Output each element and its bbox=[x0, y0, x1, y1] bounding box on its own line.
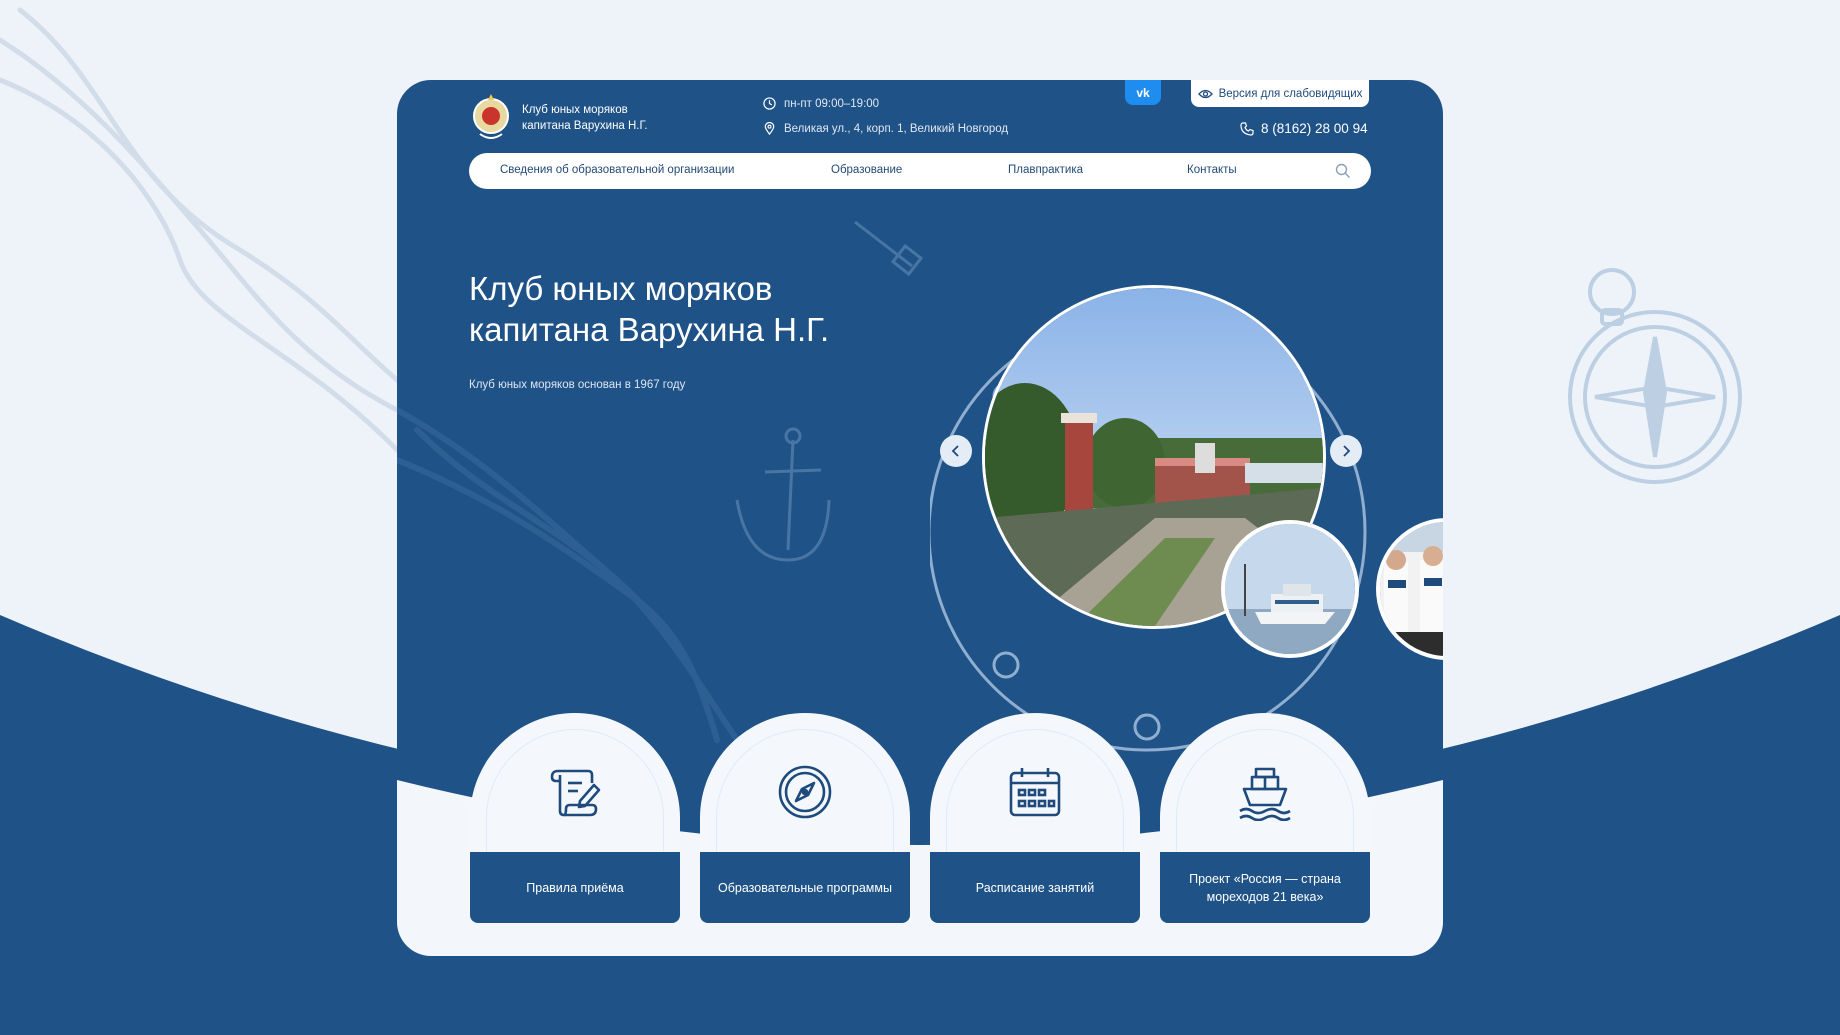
brand-line-1: Клуб юных моряков bbox=[522, 104, 628, 116]
address: Великая ул., 4, корп. 1, Великий Новгоро… bbox=[763, 122, 1008, 135]
site-header: Клуб юных моряков капитана Варухина Н.Г.… bbox=[397, 80, 1443, 230]
brand-name: Клуб юных моряков капитана Варухина Н.Г. bbox=[522, 102, 648, 134]
hero-subtitle: Клуб юных моряков основан в 1967 году bbox=[469, 379, 686, 391]
main-navigation: Сведения об образовательной организации … bbox=[469, 153, 1371, 189]
slider-thumbnail-ship[interactable] bbox=[1221, 520, 1359, 658]
tile-russia-project[interactable]: Проект «Россия — страна мореходов 21 век… bbox=[1160, 713, 1370, 923]
hero-title: Клуб юных моряков капитана Варухина Н.Г. bbox=[469, 268, 829, 350]
accessibility-label: Версия для слабовидящих bbox=[1218, 87, 1363, 100]
calendar-icon bbox=[1009, 768, 1061, 817]
rope-decoration bbox=[0, 7, 400, 453]
phone-number: 8 (8162) 28 00 94 bbox=[1261, 121, 1368, 136]
ship-icon bbox=[1239, 767, 1291, 821]
chevron-right-icon bbox=[1343, 445, 1351, 457]
nav-item-sailing-practice[interactable]: Плавпрактика bbox=[1008, 164, 1083, 176]
slider-prev-button[interactable] bbox=[940, 435, 972, 467]
vk-icon: vk bbox=[1136, 85, 1150, 100]
tile-admission-rules[interactable]: Правила приёма bbox=[470, 713, 680, 923]
hero-title-line-1: Клуб юных моряков bbox=[469, 270, 773, 307]
main-card: Клуб юных моряков капитана Варухина Н.Г.… bbox=[397, 80, 1443, 956]
phone-icon bbox=[1240, 121, 1254, 136]
hero-title-line-2: капитана Варухина Н.Г. bbox=[469, 311, 830, 348]
pocket-compass-decoration bbox=[1568, 268, 1742, 484]
phone-link[interactable]: 8 (8162) 28 00 94 bbox=[1240, 121, 1368, 136]
nav-item-contacts[interactable]: Контакты bbox=[1187, 164, 1237, 176]
working-hours: пн-пт 09:00–19:00 bbox=[763, 97, 879, 110]
nav-item-education[interactable]: Образование bbox=[831, 164, 902, 176]
brand-line-2: капитана Варухина Н.Г. bbox=[522, 120, 648, 132]
location-pin-icon bbox=[764, 122, 775, 135]
address-text: Великая ул., 4, корп. 1, Великий Новгоро… bbox=[784, 122, 1009, 135]
tile-class-schedule[interactable]: Расписание занятий bbox=[930, 713, 1140, 923]
chevron-left-icon bbox=[951, 445, 959, 457]
eye-icon bbox=[1197, 89, 1213, 98]
tile-educational-programs[interactable]: Образовательные программы bbox=[700, 713, 910, 923]
vk-button[interactable]: vk bbox=[1125, 80, 1161, 105]
tile-educational-programs-label: Образовательные программы bbox=[700, 852, 910, 923]
scroll-pen-icon bbox=[550, 769, 601, 817]
tile-class-schedule-label: Расписание занятий bbox=[930, 852, 1140, 923]
tile-admission-rules-label: Правила приёма bbox=[470, 852, 680, 923]
accessibility-version-button[interactable]: Версия для слабовидящих bbox=[1191, 80, 1369, 107]
slider-next-button[interactable] bbox=[1330, 435, 1362, 467]
club-emblem-logo[interactable] bbox=[472, 90, 510, 142]
search-icon[interactable] bbox=[1335, 163, 1351, 179]
compass-icon bbox=[778, 765, 832, 819]
nav-item-organization-info[interactable]: Сведения об образовательной организации bbox=[500, 164, 734, 176]
tile-russia-project-label: Проект «Россия — страна мореходов 21 век… bbox=[1160, 852, 1370, 923]
clock-icon bbox=[763, 97, 776, 110]
ship-photo bbox=[1225, 524, 1355, 654]
working-hours-text: пн-пт 09:00–19:00 bbox=[784, 97, 880, 110]
